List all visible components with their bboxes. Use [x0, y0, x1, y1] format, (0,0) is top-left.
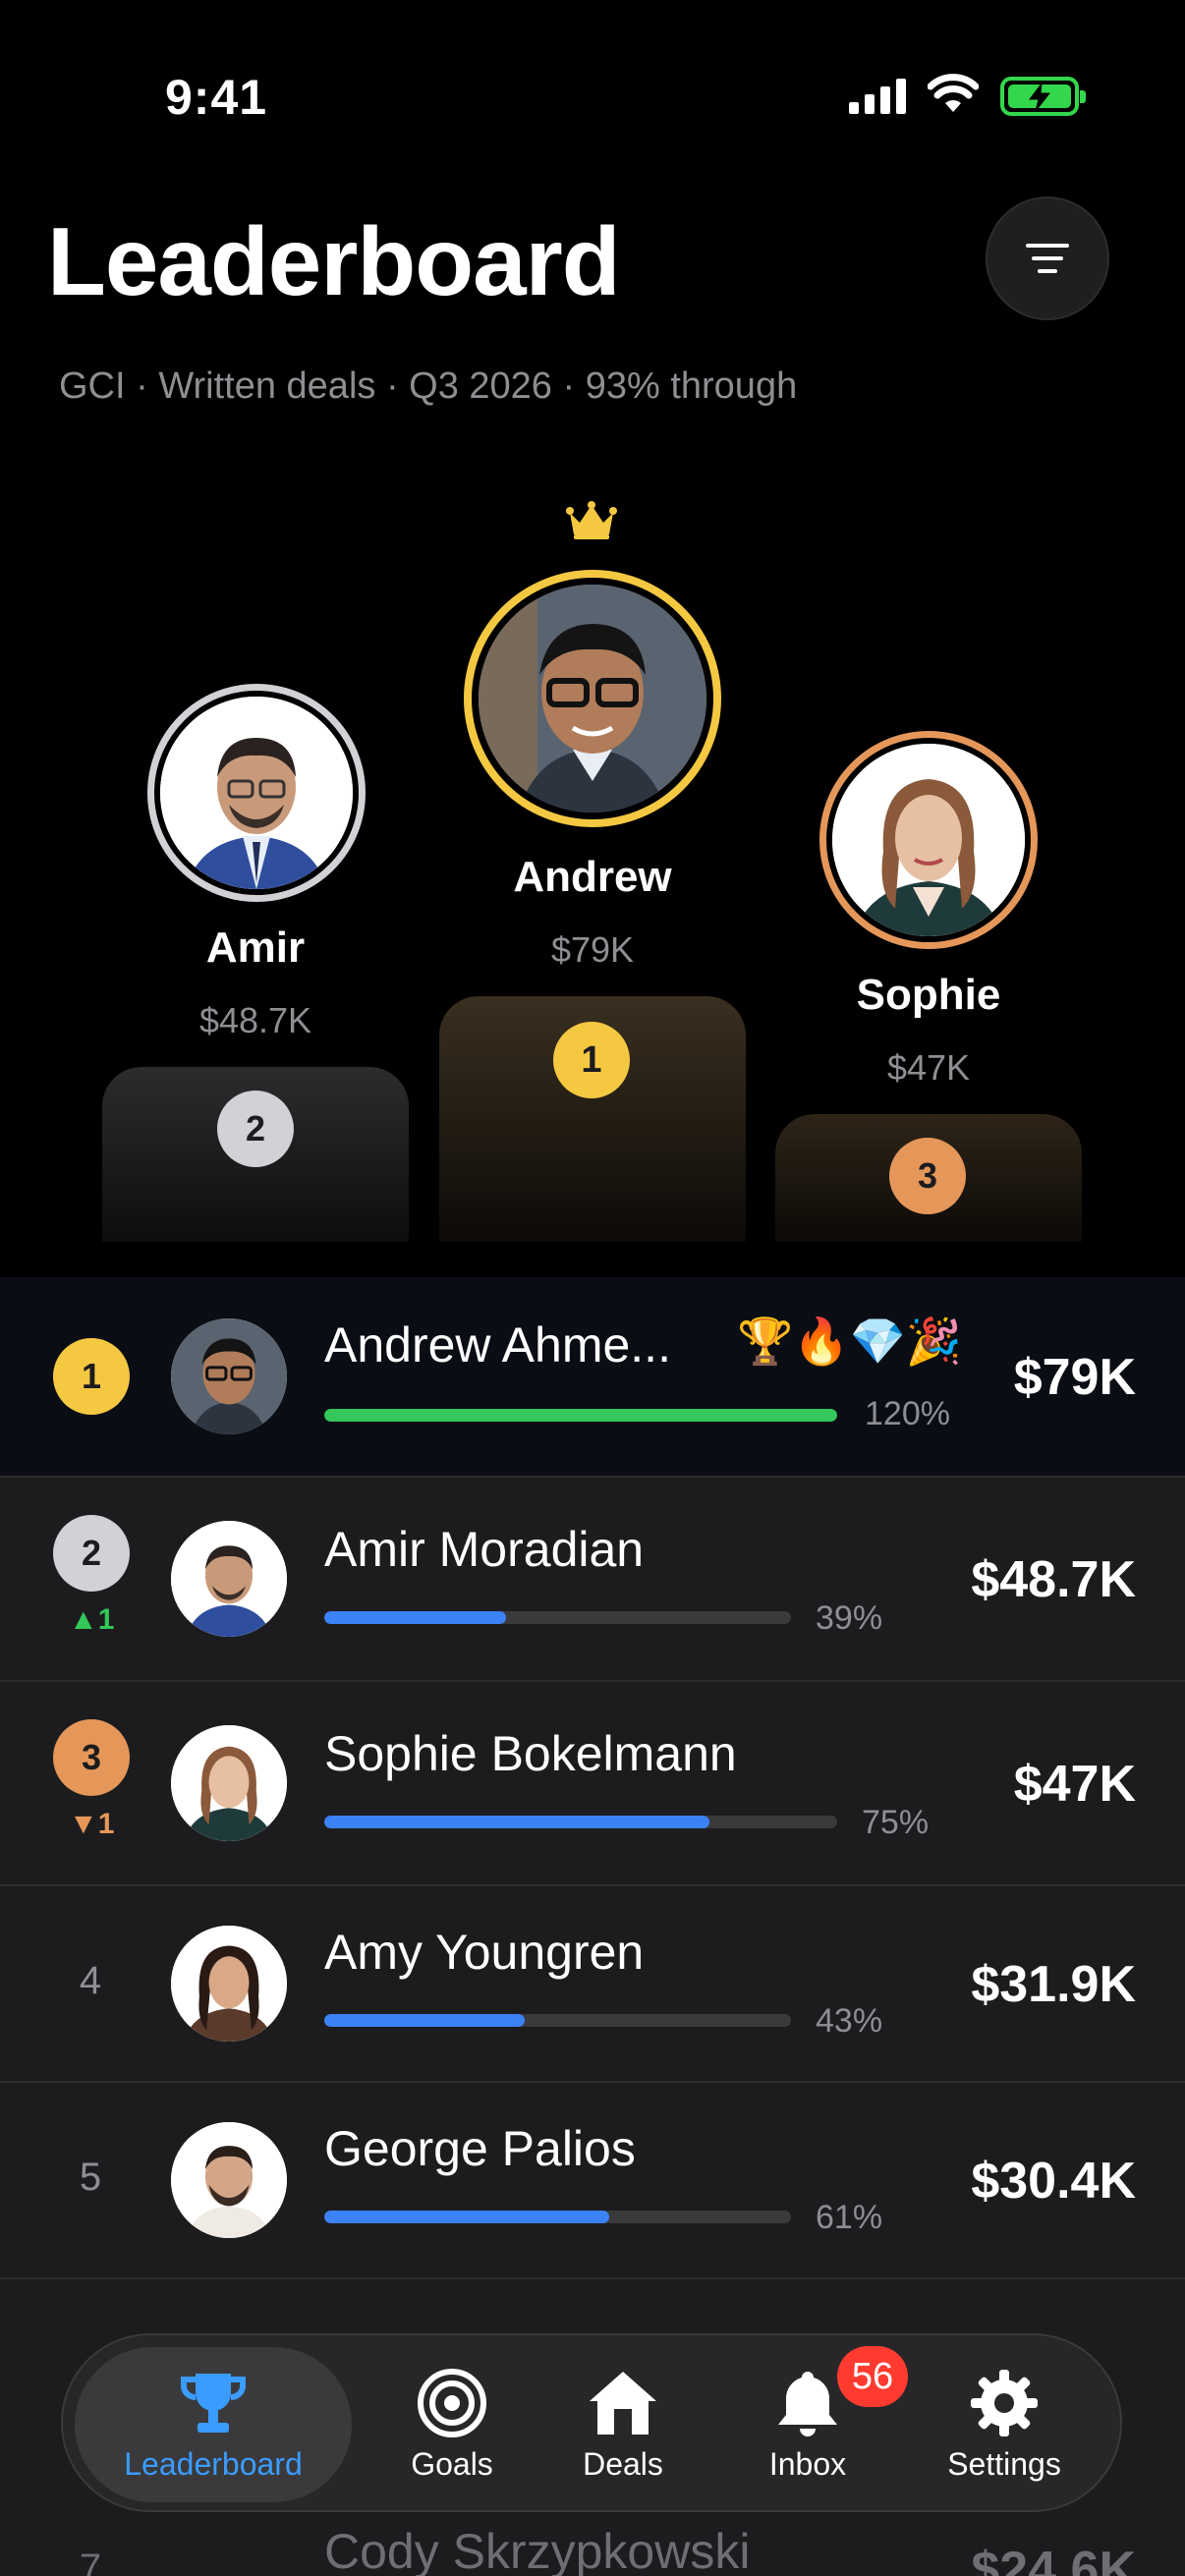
progress-fill: [324, 2211, 609, 2223]
row-amount: $48.7K: [971, 1551, 1136, 1608]
avatar: [171, 1926, 287, 2042]
row-name: Andrew Ahme...: [324, 1317, 671, 1372]
row-name: George Palios: [324, 2121, 636, 2176]
rank-number: 5: [79, 2156, 102, 2199]
podium-avatar-second[interactable]: [147, 684, 366, 902]
tab-leaderboard[interactable]: Leaderboard: [75, 2335, 352, 2514]
battery-charging-icon: [1000, 77, 1086, 116]
avatar: [171, 1521, 287, 1637]
row-amount: $30.4K: [971, 2153, 1136, 2210]
row-amount: $31.9K: [971, 1956, 1136, 2013]
tab-deals[interactable]: Deals: [554, 2335, 692, 2514]
filter-icon: [1026, 244, 1069, 273]
podium-avatar-third[interactable]: [819, 731, 1038, 949]
crown-icon: [566, 501, 617, 545]
progress-bar: [324, 1611, 791, 1624]
avatar: [171, 1725, 287, 1841]
bell-icon: [778, 2371, 837, 2436]
podium-avatar-first[interactable]: [464, 570, 721, 827]
rank-number: 7: [79, 2547, 102, 2576]
podium-name-second: Amir: [205, 924, 306, 972]
row-name: Amy Youngren: [324, 1925, 645, 1980]
tab-label: Deals: [583, 2445, 663, 2482]
rank-badge-second: 2: [217, 1091, 294, 1167]
cellular-signal-icon: [849, 79, 906, 114]
wifi-icon: [927, 69, 980, 119]
leaderboard-subtitle: GCI · Written deals · Q3 2026 · 93% thro…: [59, 365, 798, 407]
status-time: 9:41: [165, 70, 268, 125]
table-row[interactable]: 5 George Palios 61% $30.4K: [0, 2081, 1185, 2277]
progress-fill: [324, 1611, 507, 1624]
row-name: Amir Moradian: [324, 1522, 645, 1577]
tab-label: Leaderboard: [124, 2445, 303, 2482]
row-amount: $79K: [1013, 1349, 1136, 1406]
tab-label: Inbox: [768, 2445, 847, 2482]
row-amount: $24.6K: [971, 2542, 1136, 2576]
house-icon: [590, 2371, 656, 2435]
filter-button[interactable]: [986, 196, 1109, 320]
rank-badge-first: 1: [553, 1022, 630, 1098]
tab-label: Goals: [411, 2445, 493, 2482]
progress-fill: [324, 1409, 837, 1422]
progress-bar: [324, 2211, 791, 2223]
trophy-icon: [181, 2373, 246, 2433]
row-name: Sophie Bokelmann: [324, 1726, 737, 1781]
tab-goals[interactable]: Goals: [383, 2335, 521, 2514]
rank-badge: 1: [53, 1338, 130, 1415]
avatar: [171, 1318, 287, 1434]
tab-settings[interactable]: Settings: [916, 2335, 1093, 2514]
page-title: Leaderboard: [47, 207, 621, 315]
rank-badge: 3: [53, 1719, 130, 1796]
podium-name-third: Sophie: [856, 971, 1001, 1019]
rank-movement: ▼1: [69, 1808, 115, 1840]
tab-bar: Leaderboard Goals Deals Inbox Settings: [61, 2333, 1122, 2512]
podium-value-third: $47K: [886, 1047, 971, 1088]
progress-fill: [324, 1816, 709, 1828]
progress-fill: [324, 2014, 526, 2027]
table-row[interactable]: 3 ▼1 Sophie Bokelmann 75% $47K: [0, 1680, 1185, 1884]
rank-number: 4: [79, 1959, 102, 2002]
progress-bar: [324, 1816, 837, 1828]
progress-bar: [324, 2014, 791, 2027]
table-row[interactable]: 2 ▲1 Amir Moradian 39% $48.7K: [0, 1476, 1185, 1680]
podium-value-second: $48.7K: [198, 1000, 312, 1040]
rank-badge-third: 3: [889, 1138, 966, 1214]
tab-label: Settings: [947, 2445, 1061, 2482]
target-icon: [418, 2368, 486, 2437]
podium-name-first: Andrew: [513, 853, 672, 901]
avatar: [171, 2122, 287, 2238]
rank-movement: ▲1: [69, 1603, 115, 1636]
table-row[interactable]: 1 Andrew Ahme... 🏆🔥💎🎉 120% $79K: [0, 1277, 1185, 1476]
inbox-unread-badge: 56: [837, 2346, 908, 2407]
table-row[interactable]: 4 Amy Youngren 43% $31.9K: [0, 1884, 1185, 2081]
gear-icon: [971, 2369, 1038, 2436]
row-amount: $47K: [1013, 1756, 1136, 1813]
podium-value-first: $79K: [550, 929, 635, 970]
row-name: Cody Skrzypkowski: [324, 2524, 751, 2576]
rank-badge: 2: [53, 1515, 130, 1592]
progress-bar: [324, 1409, 837, 1422]
